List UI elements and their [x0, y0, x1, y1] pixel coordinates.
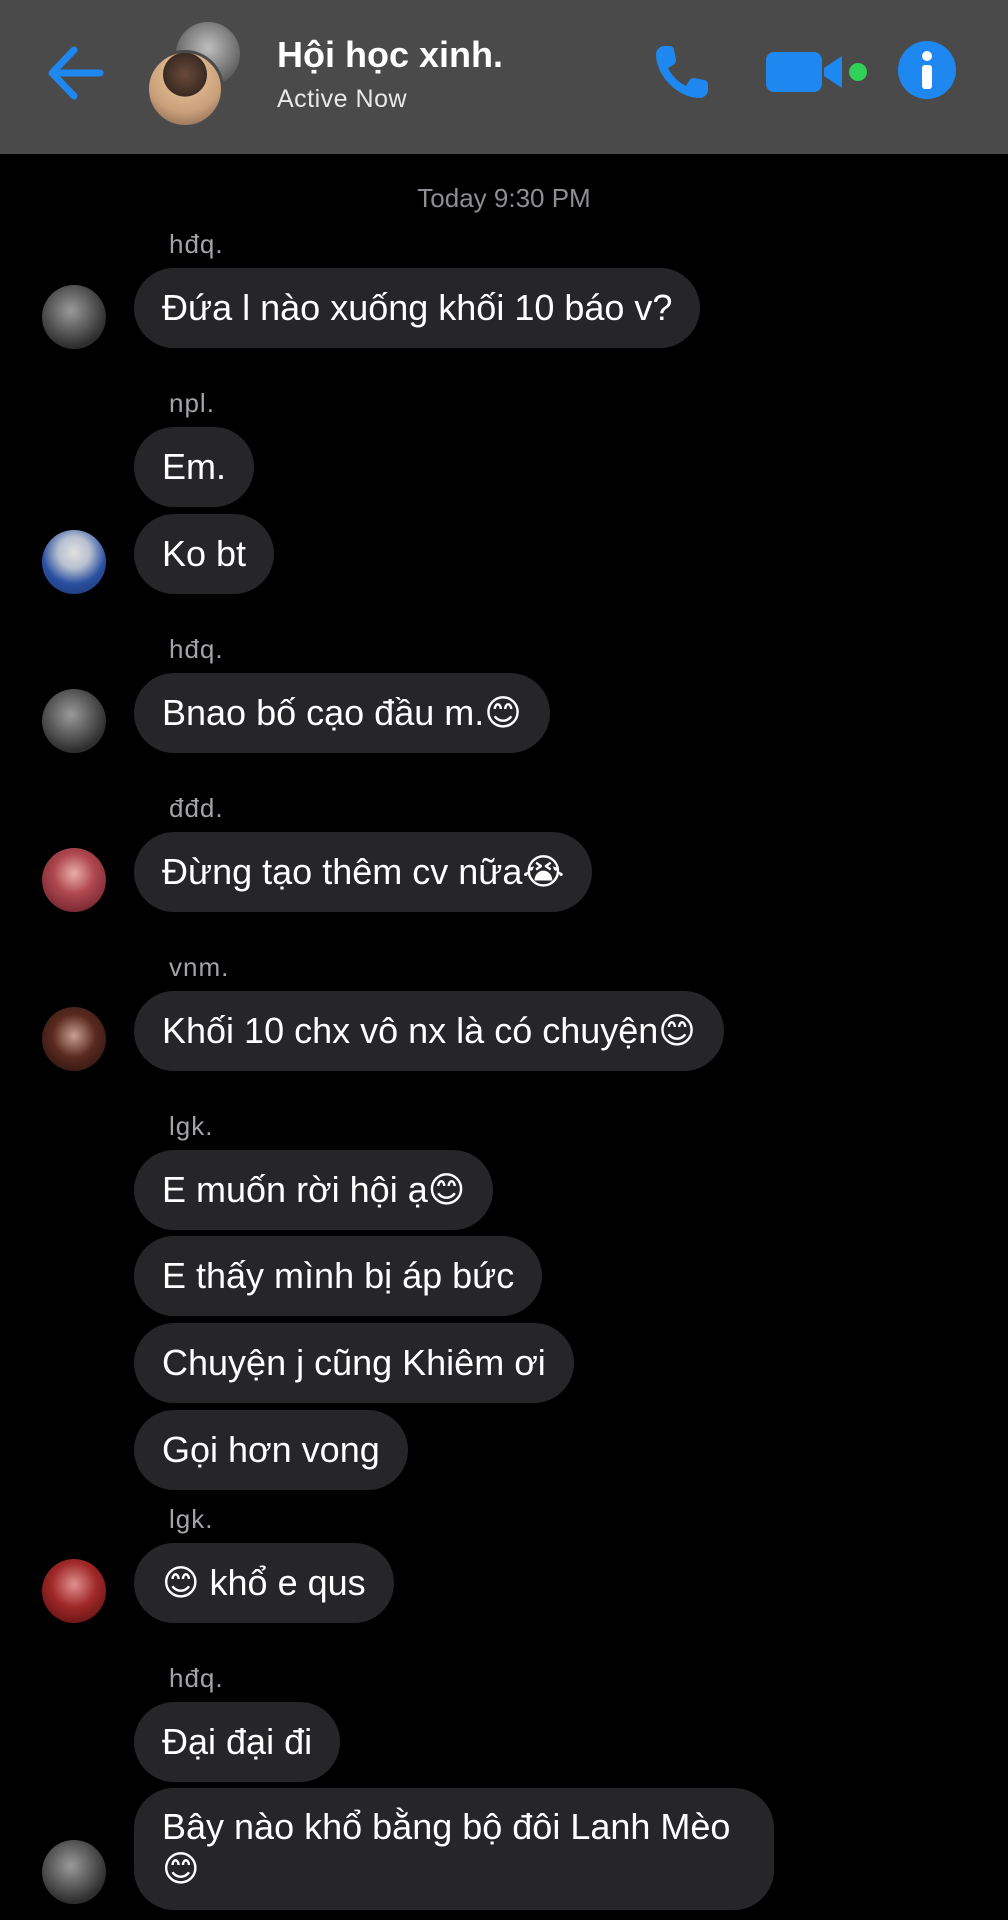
sender-name: vnm.	[169, 952, 230, 982]
sender-name: hđq.	[169, 229, 224, 259]
message-bubble[interactable]: Bây nào khổ bằng bộ đôi Lanh Mèo 😊	[134, 1788, 774, 1910]
sender-avatar[interactable]	[42, 848, 106, 912]
sender-avatar[interactable]	[42, 689, 106, 753]
sender-avatar[interactable]	[42, 1007, 106, 1071]
message-bubble[interactable]: Đứa l nào xuống khối 10 báo v?	[134, 268, 701, 348]
message-bubble[interactable]: Em.	[134, 427, 255, 507]
message-bubble[interactable]: 😊 khổ e qus	[134, 1543, 394, 1623]
sender-avatar[interactable]	[42, 530, 106, 594]
sender-avatar[interactable]	[42, 285, 106, 349]
sender-name: lgk.	[169, 1504, 214, 1534]
sender-name: lgk.	[169, 1111, 214, 1141]
active-status: Active Now	[277, 85, 408, 113]
sender-name: npl.	[169, 388, 215, 418]
message-bubble[interactable]: Đừng tạo thêm cv nữa😭	[134, 832, 593, 912]
sender-name: hđq.	[169, 1663, 224, 1693]
message-bubble[interactable]: E thấy mình bị áp bức	[134, 1236, 543, 1316]
info-icon[interactable]	[897, 40, 957, 100]
message-bubble[interactable]: Chuyện j cũng Khiêm ơi	[134, 1323, 574, 1403]
chat-title[interactable]: Hội học xinh.	[277, 34, 503, 76]
message-bubble[interactable]: Ko bt	[134, 514, 275, 594]
message-bubble[interactable]: E muốn rời hội ạ😊	[134, 1150, 494, 1230]
phone-icon[interactable]	[652, 42, 712, 102]
sender-name: đđd.	[169, 793, 224, 823]
chat-timestamp: Today 9:30 PM	[417, 183, 591, 213]
sender-avatar[interactable]	[42, 1559, 106, 1623]
back-arrow-icon[interactable]	[44, 44, 106, 102]
message-bubble[interactable]: Gọi hơn vong	[134, 1410, 408, 1490]
group-avatar[interactable]	[146, 22, 246, 128]
sender-name: hđq.	[169, 634, 224, 664]
message-bubble[interactable]: Bnao bố cạo đầu m.😊	[134, 673, 550, 753]
sender-avatar[interactable]	[42, 1840, 106, 1904]
video-camera-icon[interactable]	[766, 48, 870, 96]
message-bubble[interactable]: Khối 10 chx vô nx là có chuyện😊	[134, 991, 724, 1071]
chat-header: Hội học xinh. Active Now	[0, 0, 1008, 154]
message-bubble[interactable]: Đại đại đi	[134, 1702, 341, 1782]
